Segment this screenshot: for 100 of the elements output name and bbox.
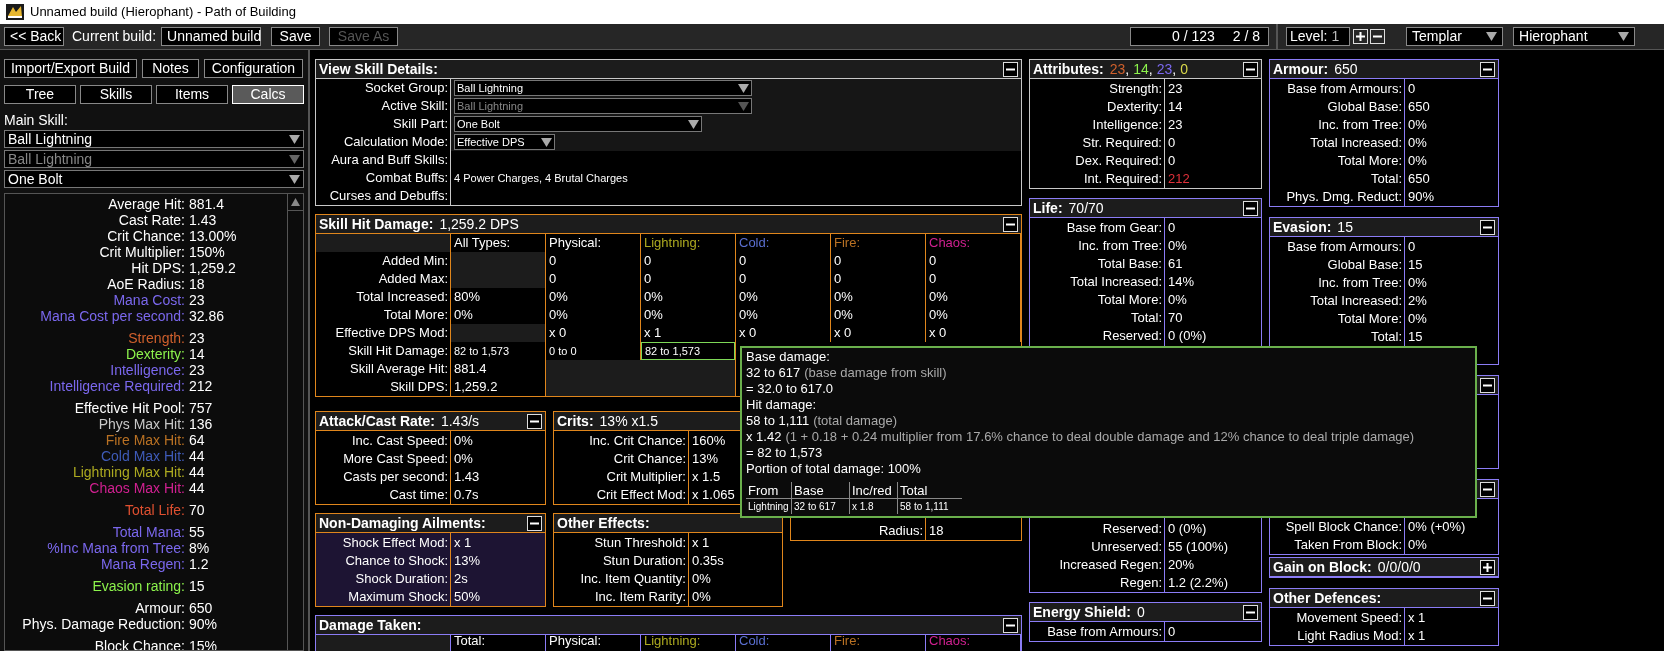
stat-value: 15 (188, 578, 205, 594)
header-value: 0 (1180, 59, 1188, 79)
table-cell-text: 0% (548, 306, 569, 325)
sidebar-button[interactable]: Notes (142, 59, 199, 78)
table-cell-text: 0% (738, 306, 759, 325)
stat-label: Cast Rate: (117, 212, 185, 228)
row-value: 2s (454, 570, 468, 588)
table-cell-text: 0 (548, 270, 558, 289)
stat-label: Cold Max Hit: (99, 448, 185, 464)
table-cell: 32 to 617 (792, 499, 850, 514)
row-label: Cast time: (389, 486, 448, 504)
skill-dropdown[interactable]: Effective DPS (454, 134, 555, 150)
row-label: Inc. from Tree: (1078, 237, 1162, 255)
counter-text: 2 / 8 (1232, 27, 1261, 46)
column-header: Total (898, 482, 962, 499)
table-cell-text: 0 (738, 270, 748, 289)
table-cell-text: 0% (643, 288, 664, 307)
window-title: Unnamed build (Hierophant) - Path of Building (30, 3, 296, 22)
row-label: Socket Group: (364, 80, 448, 95)
row-label: Skill Average Hit: (349, 361, 448, 376)
skill-dropdown[interactable]: Ball Lightning (454, 80, 752, 96)
column-header: Cold: (739, 235, 770, 250)
tooltip-text: 32 to 617 (746, 365, 801, 381)
row-value: 0% (1408, 116, 1427, 134)
row-value: 212 (1168, 170, 1190, 188)
ascendancy-dropdown[interactable]: Hierophant (1513, 27, 1636, 46)
tab[interactable]: Calcs (232, 85, 304, 104)
build-name-field[interactable]: Unnamed build (161, 27, 262, 46)
column-header: Lightning: (644, 633, 701, 648)
skill-dropdown[interactable]: One Bolt (4, 170, 304, 188)
stat-label: Mana Regen: (99, 556, 185, 572)
row-label: Reserved: (1102, 327, 1162, 345)
row-label: Regen: (1120, 574, 1162, 592)
table-cell-text: 0 (643, 270, 653, 289)
tooltip-note: (total damage) (813, 413, 897, 429)
tab[interactable]: Skills (80, 85, 152, 104)
header-value: , (1125, 59, 1130, 79)
row-label: Total: (1370, 170, 1402, 188)
panel-value: 1.43/s (440, 411, 480, 431)
row-value: 0 (1168, 219, 1176, 237)
row-value: 0% (692, 588, 711, 606)
row-label: Total: (1130, 309, 1162, 327)
row-value: x 1 (454, 534, 472, 552)
tooltip-text: Portion of total damage: 100% (746, 461, 921, 477)
row-label: Skill Hit Damage: (348, 343, 448, 358)
row-value: 2% (1408, 292, 1427, 310)
panel-title: Other Defences: (1273, 588, 1382, 608)
stat-label: Lightning Max Hit: (71, 464, 185, 480)
panel-value: 1,259.2 DPS (439, 214, 519, 234)
row-value: 0% (454, 450, 473, 468)
column-header: From (746, 482, 792, 499)
row-label: Curses and Debuffs: (329, 188, 448, 203)
row-label: Total More: (1337, 152, 1402, 170)
row-value: 0 (1168, 623, 1176, 641)
row-label: Added Min: (382, 253, 448, 268)
stat-value: 44 (188, 464, 205, 480)
row-value: 90% (1408, 188, 1435, 206)
panel-title: Other Effects: (557, 513, 650, 533)
stat-value: 70 (188, 502, 205, 518)
row-value: 14% (1168, 273, 1195, 291)
row-value: 0.35s (692, 552, 724, 570)
back-button[interactable]: << Back (4, 27, 64, 46)
table-cell: x 1.8 (850, 499, 898, 514)
table-cell-text: 0 (738, 252, 748, 271)
class-dropdown[interactable]: Templar (1406, 27, 1504, 46)
skill-dropdown[interactable]: Ball Lightning (4, 130, 304, 148)
row-label: Skill DPS: (390, 379, 448, 394)
row-label: Str. Required: (1082, 134, 1162, 152)
row-label: Inc. Crit Chance: (589, 432, 686, 450)
stat-label: Average Hit: (107, 196, 185, 212)
header-value: , (1172, 59, 1177, 79)
row-value: 0% (+0%) (1408, 518, 1466, 536)
tab[interactable]: Tree (4, 85, 76, 104)
level-field[interactable]: Level: 1 (1286, 27, 1351, 46)
table-cell-text: 0 (643, 252, 653, 271)
panel-value: 0 (1137, 602, 1145, 622)
row-value: x 1.5 (692, 468, 721, 486)
row-value: 4 Power Charges, 4 Brutal Charges (454, 170, 628, 186)
stat-label: Intelligence Required: (48, 378, 185, 394)
sidebar-button[interactable]: Import/Export Build (4, 59, 137, 78)
row-label: Total Base: (1097, 255, 1162, 273)
panel-value: 0/0/0/0 (1377, 557, 1421, 577)
row-value: 13% (692, 450, 719, 468)
sidebar-button[interactable]: Configuration (204, 59, 303, 78)
stat-value: 136 (188, 416, 213, 432)
tab[interactable]: Items (156, 85, 228, 104)
row-value: 1.2 (2.2%) (1168, 574, 1228, 592)
column-header: Inc/red (850, 482, 898, 499)
table-cell-text: 1,259.2 (453, 378, 499, 397)
stat-value: 32.86 (188, 308, 225, 324)
stat-value: 8% (188, 540, 210, 556)
column-header: All Types: (454, 235, 511, 250)
skill-dropdown[interactable]: One Bolt (454, 116, 702, 132)
panel-title: Crits: (557, 411, 594, 431)
row-label: Combat Buffs: (365, 170, 448, 185)
row-label: Dex. Required: (1075, 152, 1162, 170)
save-button[interactable]: Save (271, 27, 321, 46)
table-cell-text: 82 to 1,573 (453, 343, 511, 359)
counter-text: 0 / 123 (1171, 27, 1215, 46)
stat-label: Phys Max Hit: (97, 416, 185, 432)
